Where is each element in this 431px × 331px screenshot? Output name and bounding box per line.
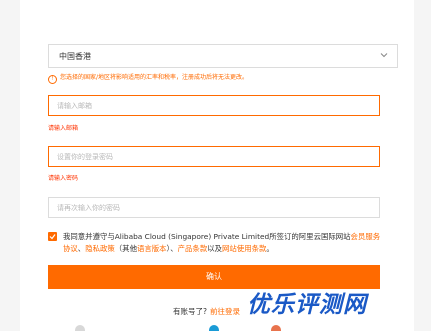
chevron-down-icon <box>380 53 388 58</box>
region-notice: ! 您选择的国家/地区将影响适用的汇率和税率，注册成功后将无法更改。 <box>48 72 248 84</box>
social-login-strip <box>75 325 355 331</box>
agreement-paren-open: （其他 <box>114 244 137 253</box>
agreement-and: 以及 <box>207 244 223 253</box>
email-field[interactable]: 请输入邮箱 <box>48 95 380 116</box>
password-error: 请输入密码 <box>48 175 79 182</box>
confirm-password-field[interactable]: 请再次输入你的密码 <box>48 197 380 218</box>
language-version-link[interactable]: 语言版本 <box>137 244 167 253</box>
info-circle-icon: ! <box>48 75 57 84</box>
confirm-password-placeholder: 请再次输入你的密码 <box>57 204 120 212</box>
site-watermark: 优乐评测网 <box>247 292 367 318</box>
agreement-text: 我同意并遵守与Alibaba Cloud (Singapore) Private… <box>63 231 383 255</box>
region-select-value: 中国香港 <box>59 52 91 61</box>
social-icon-1[interactable] <box>75 325 85 331</box>
region-select[interactable]: 中国香港 <box>48 44 398 68</box>
social-icon-3[interactable] <box>271 325 281 331</box>
register-form-card: 中国香港 ! 您选择的国家/地区将影响适用的汇率和税率，注册成功后将无法更改。 请… <box>20 0 414 331</box>
agreement-prefix: 我同意并遵守与Alibaba Cloud (Singapore) Private… <box>63 232 351 241</box>
go-login-link[interactable]: 前往登录 <box>210 307 240 316</box>
agree-checkbox[interactable] <box>48 232 57 241</box>
site-terms-link[interactable]: 网站使用条款 <box>222 244 266 253</box>
login-prompt: 有账号了? 前往登录 <box>173 306 240 317</box>
checkbox-checked-icon <box>49 234 56 240</box>
password-field[interactable]: 设置你的登录密码 <box>48 146 380 167</box>
agreement-end: 。 <box>266 244 274 253</box>
agreement-paren-close: ）、 <box>166 244 178 253</box>
password-placeholder: 设置你的登录密码 <box>57 153 113 161</box>
product-terms-link[interactable]: 产品条款 <box>178 244 208 253</box>
privacy-policy-link[interactable]: 隐私政策 <box>85 244 115 253</box>
social-icon-2[interactable] <box>209 325 219 331</box>
login-prompt-text: 有账号了? <box>173 307 207 316</box>
email-placeholder: 请输入邮箱 <box>57 102 92 110</box>
region-notice-text: 您选择的国家/地区将影响适用的汇率和税率，注册成功后将无法更改。 <box>60 74 249 81</box>
email-error: 请输入邮箱 <box>48 125 79 132</box>
